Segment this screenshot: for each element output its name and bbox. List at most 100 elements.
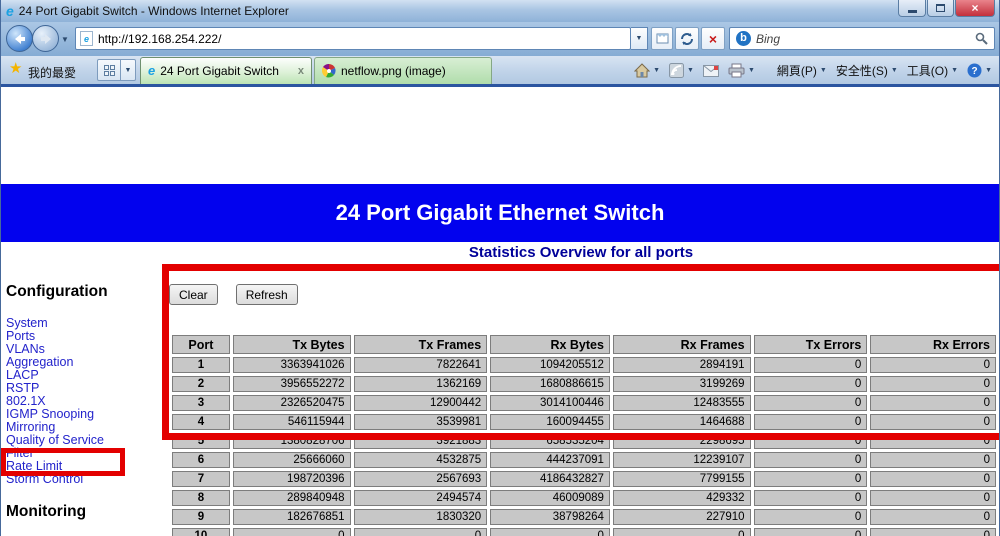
- help-button[interactable]: ? ▼: [964, 61, 995, 80]
- search-box[interactable]: b Bing: [729, 27, 995, 50]
- stat-cell: 38798264: [490, 509, 610, 525]
- port-cell: 10: [172, 528, 230, 536]
- print-button[interactable]: ▼: [725, 61, 758, 80]
- history-chevron-icon[interactable]: ▼: [61, 35, 69, 44]
- window-title: 24 Port Gigabit Switch - Windows Interne…: [19, 4, 289, 18]
- port-cell: 2: [172, 376, 230, 392]
- ie-logo-icon: e: [6, 4, 14, 18]
- quick-tabs-button[interactable]: [97, 59, 121, 81]
- menu-safety[interactable]: 安全性(S)▼: [833, 60, 901, 81]
- stat-cell: 2894191: [613, 357, 751, 373]
- stop-button[interactable]: ×: [701, 27, 725, 50]
- menu-safety-label: 安全性(S): [836, 62, 888, 79]
- title-bar: e 24 Port Gigabit Switch - Windows Inter…: [1, 0, 999, 22]
- stat-cell: 2494574: [354, 490, 488, 506]
- mail-icon: [703, 65, 719, 77]
- stat-cell: 0: [870, 433, 996, 449]
- table-row: 2395655227213621691680886615319926900: [172, 376, 996, 392]
- favorites-star-icon[interactable]: ★: [9, 61, 22, 77]
- menu-tools-dropdown-icon: ▼: [951, 67, 958, 74]
- stat-cell: 0: [754, 452, 868, 468]
- tab-close-icon[interactable]: x: [298, 65, 304, 77]
- stat-cell: 1094205512: [490, 357, 610, 373]
- refresh-stats-button[interactable]: Refresh: [236, 284, 298, 305]
- home-dropdown-icon[interactable]: ▼: [653, 67, 660, 74]
- stat-cell: 4532875: [354, 452, 488, 468]
- stat-cell: 0: [870, 490, 996, 506]
- menu-safety-dropdown-icon: ▼: [891, 67, 898, 74]
- tab-label: 24 Port Gigabit Switch: [160, 64, 294, 78]
- stat-cell: 3539981: [354, 414, 488, 430]
- back-button[interactable]: [6, 25, 33, 52]
- table-row: 918267685118303203879826422791000: [172, 509, 996, 525]
- refresh-icon: [680, 32, 694, 46]
- back-arrow-icon: [13, 33, 27, 45]
- stop-icon: ×: [709, 31, 717, 47]
- quick-tabs-grid-icon: [104, 65, 115, 76]
- stat-cell: 0: [754, 357, 868, 373]
- tab-bar: ★ 我的最愛 ▼ e 24 Port Gigabit Switch x netf…: [1, 56, 999, 84]
- command-bar: ▼ ▼ ▼ 網頁(P)▼ 安全性(S)▼ 工具(O)▼ ? ▼: [631, 60, 995, 81]
- compatibility-icon: [656, 32, 669, 45]
- column-header-tx-bytes: Tx Bytes: [233, 335, 351, 354]
- stat-cell: 0: [870, 452, 996, 468]
- url-dropdown-button[interactable]: ▼: [631, 27, 648, 50]
- port-cell: 4: [172, 414, 230, 430]
- stat-cell: 160094455: [490, 414, 610, 430]
- ie-tab-icon: e: [148, 64, 155, 78]
- table-row: 62566606045328754442370911223910700: [172, 452, 996, 468]
- rss-feed-icon: [669, 63, 684, 78]
- quick-tabs-dropdown[interactable]: ▼: [121, 59, 136, 81]
- maximize-button[interactable]: [927, 0, 954, 17]
- stat-cell: 2326520475: [233, 395, 351, 411]
- menu-page-dropdown-icon: ▼: [820, 67, 827, 74]
- table-row: 323265204751290044230141004461248355500: [172, 395, 996, 411]
- url-field[interactable]: e http://192.168.254.222/: [75, 27, 631, 50]
- stat-cell: 1680886615: [490, 376, 610, 392]
- stat-cell: 2298695: [613, 433, 751, 449]
- url-text: http://192.168.254.222/: [98, 32, 221, 46]
- print-dropdown-icon[interactable]: ▼: [748, 67, 755, 74]
- menu-page[interactable]: 網頁(P)▼: [774, 60, 830, 81]
- close-button[interactable]: ×: [955, 0, 995, 17]
- stat-cell: 227910: [613, 509, 751, 525]
- forward-button[interactable]: [32, 25, 59, 52]
- minimize-button[interactable]: [898, 0, 926, 17]
- stat-cell: 0: [870, 395, 996, 411]
- minimize-icon: [908, 10, 917, 13]
- sidebar-item-storm-control[interactable]: Storm Control: [6, 473, 158, 486]
- home-button[interactable]: ▼: [631, 61, 663, 80]
- clear-button[interactable]: Clear: [169, 284, 218, 305]
- stat-cell: 198720396: [233, 471, 351, 487]
- refresh-button[interactable]: [675, 27, 699, 50]
- stat-cell: 0: [754, 528, 868, 536]
- stat-cell: 4186432827: [490, 471, 610, 487]
- search-icon[interactable]: [975, 32, 988, 45]
- menu-tools[interactable]: 工具(O)▼: [904, 60, 961, 81]
- tab-netflow-image[interactable]: netflow.png (image): [314, 57, 492, 84]
- banner: 24 Port Gigabit Ethernet Switch: [1, 184, 999, 242]
- table-row: 1336394102678226411094205512289419100: [172, 357, 996, 373]
- stat-cell: 0: [870, 376, 996, 392]
- stat-cell: 3014100446: [490, 395, 610, 411]
- read-mail-button[interactable]: [700, 63, 722, 79]
- stat-cell: 0: [870, 357, 996, 373]
- feeds-button[interactable]: ▼: [666, 61, 697, 80]
- table-row: 513808287063921883658535204229869500: [172, 433, 996, 449]
- stat-cell: 289840948: [233, 490, 351, 506]
- stat-cell: 546115944: [233, 414, 351, 430]
- stat-cell: 3956552272: [233, 376, 351, 392]
- stat-cell: 429332: [613, 490, 751, 506]
- column-header-tx-errors: Tx Errors: [754, 335, 868, 354]
- stat-cell: 12483555: [613, 395, 751, 411]
- sidebar-nav: Configuration SystemPortsVLANsAggregatio…: [6, 283, 158, 536]
- column-header-rx-errors: Rx Errors: [870, 335, 996, 354]
- compatibility-view-button[interactable]: [651, 27, 673, 50]
- table-row: 45461159443539981160094455146468800: [172, 414, 996, 430]
- favorites-label[interactable]: 我的最愛: [28, 64, 76, 81]
- feeds-dropdown-icon[interactable]: ▼: [687, 67, 694, 74]
- table-row: 828984094824945744600908942933200: [172, 490, 996, 506]
- search-placeholder: Bing: [756, 32, 975, 46]
- stat-cell: 0: [354, 528, 488, 536]
- tab-switch-page[interactable]: e 24 Port Gigabit Switch x: [140, 57, 312, 84]
